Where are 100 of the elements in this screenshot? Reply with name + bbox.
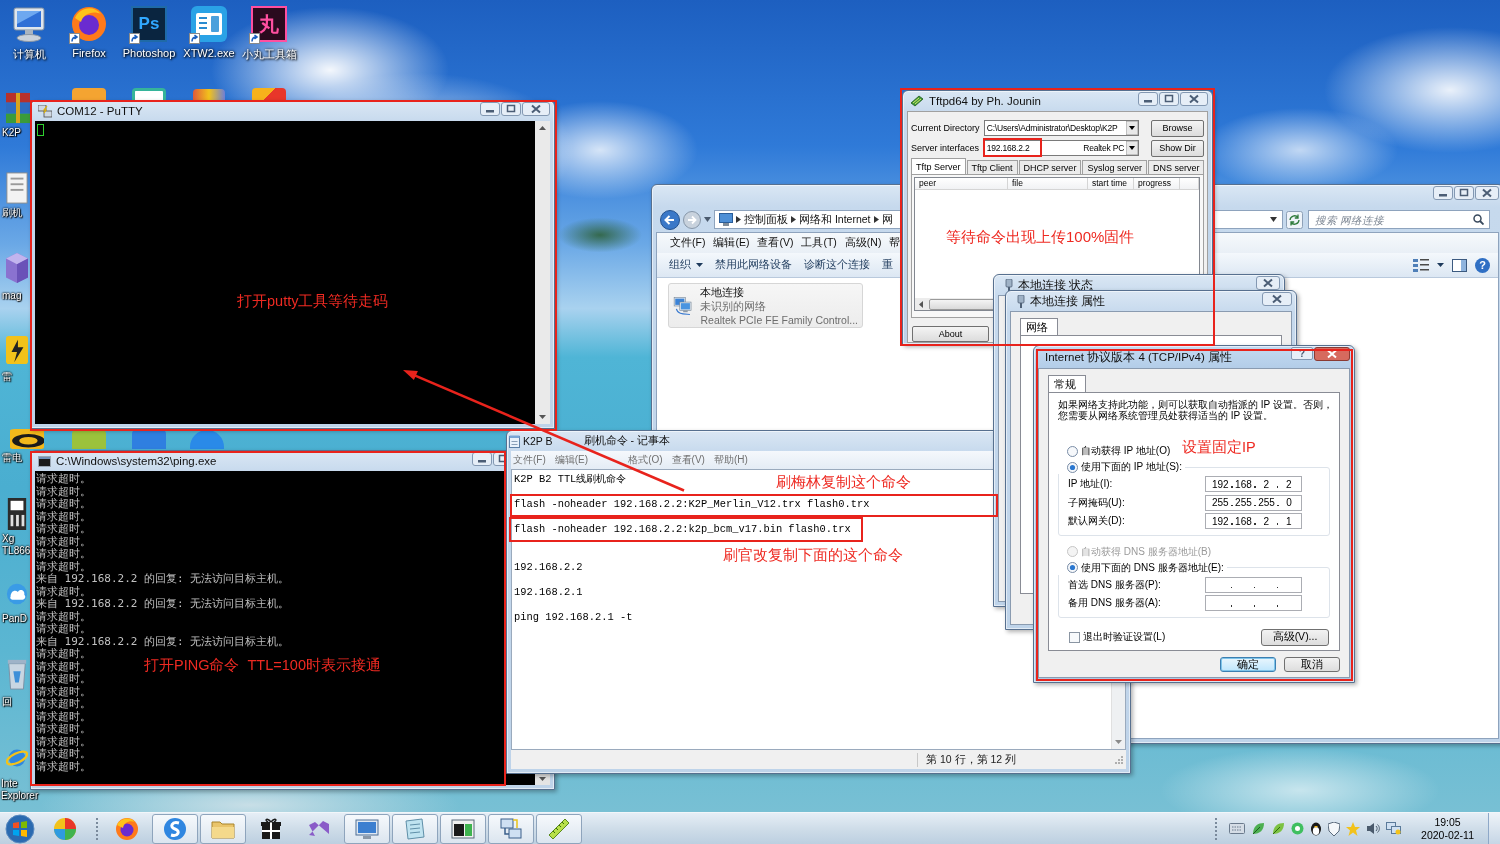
show-dir-button[interactable]: Show Dir <box>1151 139 1204 157</box>
icon-label[interactable]: Photoshop <box>122 47 176 59</box>
tab[interactable]: 网络 <box>1020 318 1058 335</box>
menu-item[interactable]: 文件(F) <box>513 453 546 467</box>
browse-button[interactable]: Browse <box>1151 119 1204 137</box>
minimize-icon[interactable] <box>480 102 500 116</box>
tab[interactable]: DNS server <box>1147 160 1205 174</box>
leaf-icon[interactable] <box>1251 821 1266 836</box>
icon-label[interactable]: Firefox <box>72 47 106 59</box>
ip-address-field[interactable]: 192 168 2 1 <box>1205 513 1302 530</box>
menu-item[interactable]: 帮助(H) <box>713 453 748 467</box>
column-header[interactable]: progress <box>1134 178 1180 190</box>
breadcrumb-item[interactable]: 网络和 Internet <box>799 212 871 227</box>
menu-item[interactable]: 编辑(E) <box>713 236 750 250</box>
cancel-button[interactable]: 取消 <box>1284 657 1340 672</box>
shield-icon[interactable] <box>1328 821 1341 836</box>
icon-label[interactable]: 计算机 <box>12 47 46 62</box>
menu-item[interactable]: 高级(N) <box>844 236 882 250</box>
caret-icon[interactable] <box>1126 141 1139 155</box>
checkbox[interactable] <box>1069 631 1080 643</box>
menu-item[interactable]: 查看(V) <box>757 236 794 250</box>
refresh-icon[interactable] <box>1286 210 1303 229</box>
column-header[interactable]: start time <box>1088 178 1134 190</box>
left-arrow-icon[interactable] <box>919 300 923 308</box>
archive-icon[interactable] <box>6 92 30 124</box>
network-connection-item[interactable]: 本地连接 未识别的网络 Realtek PCIe FE Family Control... <box>668 283 863 328</box>
ip-address-field[interactable] <box>1205 576 1302 593</box>
advanced-button[interactable]: 高级(V)... <box>1261 628 1329 646</box>
toolbar-button[interactable]: 组织 <box>669 258 703 272</box>
menu-item[interactable]: 帮 <box>889 236 901 250</box>
caret-icon[interactable] <box>1437 263 1444 267</box>
breadcrumb-item[interactable]: 网 <box>881 212 893 227</box>
menu-item[interactable]: 工具(T) <box>801 236 837 250</box>
ip-address-field[interactable]: 255 255 255 0 <box>1205 494 1302 511</box>
network-icon[interactable] <box>1386 822 1402 835</box>
browser-icon[interactable] <box>71 6 107 42</box>
preview-pane-icon[interactable] <box>1452 258 1467 272</box>
chevron-icon[interactable] <box>736 216 741 223</box>
column-header[interactable]: file <box>1008 178 1088 190</box>
menu-item[interactable]: 查看(V) <box>671 453 705 467</box>
close-icon[interactable] <box>1262 292 1292 306</box>
down-arrow-icon[interactable] <box>1115 740 1122 744</box>
ip-address-field[interactable] <box>1205 595 1302 612</box>
resize-grip-icon[interactable] <box>1114 754 1124 765</box>
close-icon[interactable] <box>1475 186 1499 200</box>
clock-date[interactable]: 2020-02-11 <box>1421 828 1474 842</box>
grip-icon[interactable] <box>95 816 99 841</box>
maximize-icon[interactable] <box>501 102 521 116</box>
column-header[interactable]: peer <box>915 178 1008 190</box>
chip-icon[interactable] <box>6 498 28 530</box>
radio-button[interactable] <box>1067 461 1078 473</box>
icon-label[interactable]: XTW2.exe <box>183 47 235 59</box>
search-field[interactable]: 搜索 网络连接 <box>1308 210 1490 229</box>
clock-time[interactable]: 19:05 <box>1434 815 1461 829</box>
menu-item[interactable]: 文件(F) <box>670 236 706 250</box>
ok-button[interactable]: 确定 <box>1220 657 1276 672</box>
ring-icon[interactable] <box>10 429 44 449</box>
leaf-icon[interactable] <box>1271 821 1286 836</box>
minimize-icon[interactable] <box>1138 92 1158 106</box>
tab[interactable]: Tftp Server <box>911 158 966 174</box>
interface-dropdown[interactable]: 192.168.2.2 Realtek PC <box>983 140 1140 156</box>
radio-label[interactable]: 自动获得 IP 地址(O) <box>1081 444 1171 458</box>
computer-icon[interactable] <box>11 6 47 42</box>
icon-label[interactable]: K2P <box>2 127 21 139</box>
tab[interactable]: Tftp Client <box>966 160 1018 174</box>
chevron-icon[interactable] <box>873 216 879 223</box>
tab[interactable]: 常规 <box>1048 375 1086 392</box>
penguin-icon[interactable] <box>1310 821 1323 836</box>
minimize-icon[interactable] <box>1433 186 1453 200</box>
document-icon[interactable] <box>6 172 28 204</box>
close-icon[interactable] <box>522 102 550 116</box>
search-icon[interactable] <box>1473 214 1484 225</box>
menu-item[interactable]: 编辑(E) <box>554 453 589 467</box>
star-icon[interactable] <box>1346 821 1361 836</box>
keyboard-icon[interactable] <box>1229 823 1246 834</box>
scrollbar[interactable] <box>535 121 550 424</box>
app-tile[interactable]: Ps <box>131 6 167 42</box>
toolbar-button[interactable]: 禁用此网络设备 <box>715 258 792 272</box>
caret-icon[interactable] <box>1270 217 1277 222</box>
bolt-icon[interactable] <box>6 334 28 366</box>
breadcrumb-item[interactable]: 控制面板 <box>744 212 788 227</box>
taskbar-button[interactable] <box>440 813 486 844</box>
up-arrow-icon[interactable] <box>539 126 546 130</box>
radio-button[interactable] <box>1067 562 1078 573</box>
speaker-icon[interactable] <box>1366 822 1381 835</box>
about-button[interactable]: About <box>912 326 989 342</box>
caret-icon[interactable] <box>1126 121 1139 135</box>
grip-icon[interactable] <box>1214 816 1219 841</box>
close-icon[interactable] <box>1180 92 1208 106</box>
app-icon[interactable] <box>132 88 166 100</box>
view-options-icon[interactable] <box>1413 258 1429 272</box>
id-card-icon[interactable] <box>191 6 227 42</box>
radio-button[interactable] <box>1067 445 1078 457</box>
menu-item[interactable]: 格式(O) <box>628 453 663 467</box>
help-button[interactable]: ? <box>1475 257 1490 273</box>
app-tile[interactable]: 丸 <box>251 6 287 42</box>
toolbar-button[interactable]: 诊断这个连接 <box>804 258 870 272</box>
start-icon[interactable] <box>5 813 35 844</box>
tab[interactable]: DHCP server <box>1018 160 1082 174</box>
directory-dropdown[interactable]: C:\Users\Administrator\Desktop\K2P <box>983 120 1140 136</box>
